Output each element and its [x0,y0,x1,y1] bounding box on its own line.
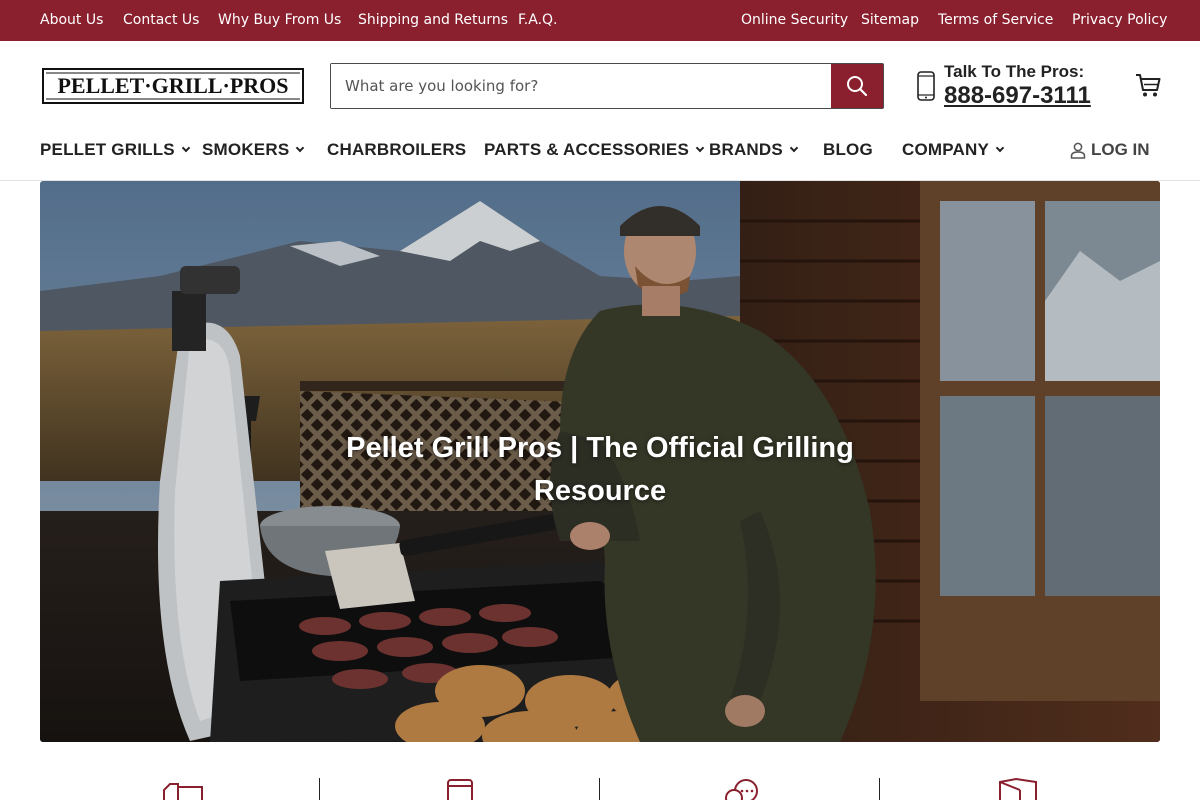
shipping-truck-icon [163,783,203,800]
box-icon [999,777,1037,800]
nav-pellet-grills[interactable]: PELLET GRILLS [40,140,191,160]
feature-divider [879,778,880,800]
site-logo[interactable]: PELLET·GRILL·PROS [42,68,304,104]
top-link-contact-us[interactable]: Contact Us [123,12,199,28]
top-link-why-buy[interactable]: Why Buy From Us [218,12,341,28]
shopping-cart-icon[interactable] [1134,71,1162,99]
hero-banner[interactable]: Pellet Grill Pros | The Official Grillin… [40,181,1160,742]
search-icon [847,76,868,97]
search-button[interactable] [831,64,883,108]
login-link[interactable]: LOG IN [1070,140,1150,160]
chevron-down-icon [181,143,191,153]
nav-company[interactable]: COMPANY [902,140,1005,160]
top-link-faq[interactable]: F.A.Q. [518,12,558,28]
top-link-online-security[interactable]: Online Security [741,12,848,28]
top-link-shipping-returns[interactable]: Shipping and Returns [358,12,508,28]
nav-pellet-grills-label: PELLET GRILLS [40,140,175,159]
nav-brands-label: BRANDS [709,140,783,159]
nav-parts-accessories[interactable]: PARTS & ACCESSORIES [484,140,705,160]
mobile-device-icon [447,779,473,800]
search-input[interactable] [331,64,831,108]
user-icon [1070,142,1086,159]
top-link-privacy[interactable]: Privacy Policy [1072,12,1167,28]
mobile-phone-icon [917,71,935,101]
chat-bubbles-icon [725,779,758,800]
chevron-down-icon [789,143,799,153]
nav-blog[interactable]: BLOG [823,140,873,160]
chevron-down-icon [995,143,1005,153]
hero-title: Pellet Grill Pros | The Official Grillin… [346,432,854,507]
chevron-down-icon [695,143,705,153]
talk-to-pros-label: Talk To The Pros: [944,62,1085,81]
search-bar [330,63,884,109]
chevron-down-icon [296,143,305,153]
nav-blog-label: BLOG [823,140,873,159]
nav-company-label: COMPANY [902,140,990,159]
nav-charbroilers[interactable]: CHARBROILERS [327,140,466,160]
nav-smokers-label: SMOKERS [202,140,290,159]
nav-smokers[interactable]: SMOKERS [202,140,305,160]
nav-charbroilers-label: CHARBROILERS [327,140,467,159]
feature-divider [319,778,320,800]
nav-brands[interactable]: BRANDS [709,140,799,160]
top-link-terms[interactable]: Terms of Service [938,12,1053,28]
logo-text: PELLET·GRILL·PROS [57,73,288,98]
top-link-about-us[interactable]: About Us [40,12,103,28]
top-utility-bar: About Us Contact Us Why Buy From Us Ship… [0,0,1200,41]
phone-number-link[interactable]: 888-697-3111 [944,82,1091,110]
top-link-sitemap[interactable]: Sitemap [861,12,919,28]
nav-parts-accessories-label: PARTS & ACCESSORIES [484,140,689,159]
login-label: LOG IN [1091,140,1150,159]
feature-divider [599,778,600,800]
